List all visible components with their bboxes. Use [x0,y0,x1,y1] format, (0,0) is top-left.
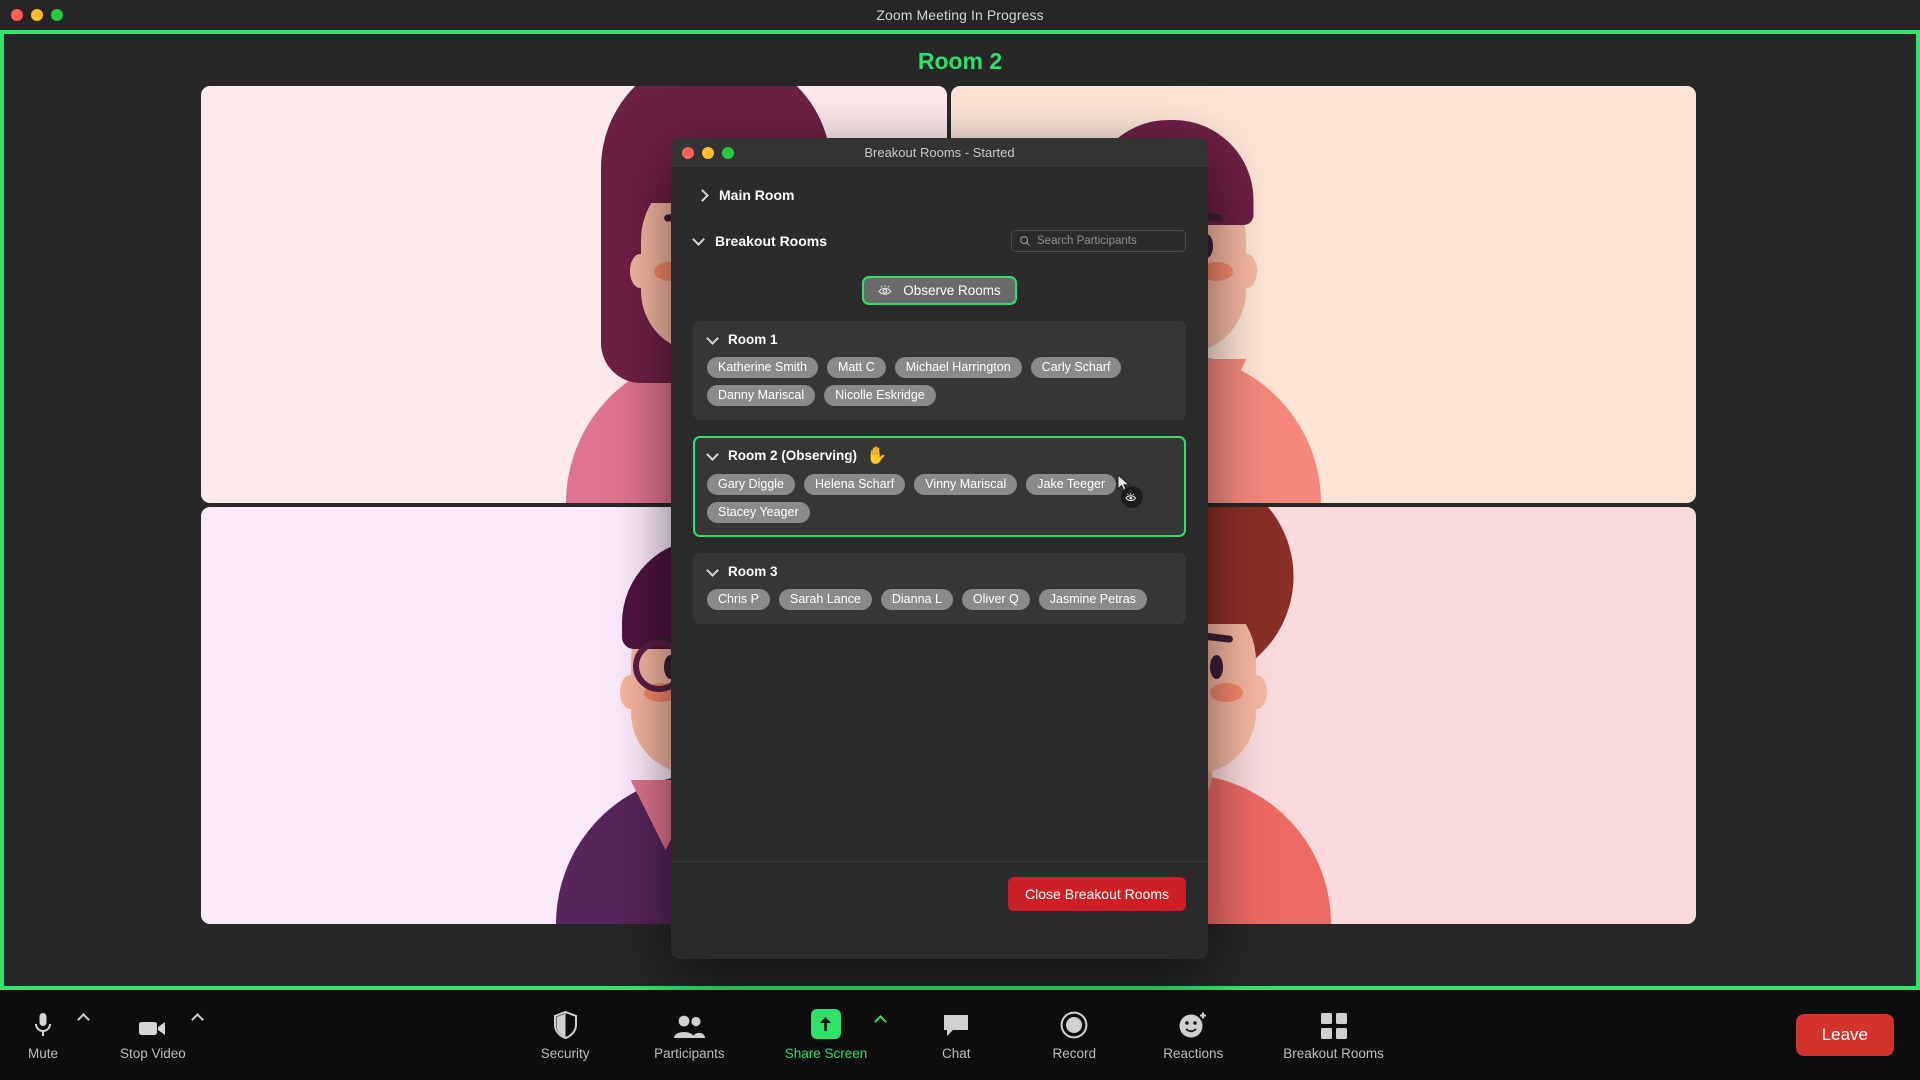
participant-chip[interactable]: Chris P [707,589,770,610]
participant-chip[interactable]: Stacey Yeager [707,502,810,523]
observe-rooms-button[interactable]: Observe Rooms [862,276,1017,305]
raised-hand-icon: ✋ [866,446,888,465]
reactions-label: Reactions [1163,1046,1224,1061]
chat-label: Chat [941,1046,971,1061]
reactions-button[interactable]: Reactions [1163,1009,1223,1061]
room-card-1[interactable]: Room 1 Katherine Smith Matt C Michael Ha… [693,321,1186,420]
chevron-down-icon[interactable] [707,334,719,346]
dialog-title: Breakout Rooms - Started [864,145,1015,160]
room-1-name: Room 1 [728,332,778,347]
chevron-down-icon[interactable] [707,566,719,578]
participant-chip[interactable]: Nicolle Eskridge [824,385,936,406]
participant-chip[interactable]: Danny Mariscal [707,385,816,406]
record-label: Record [1052,1046,1097,1061]
breakout-rooms-dialog: Breakout Rooms - Started Main Room Break… [671,138,1208,959]
participant-chip[interactable]: Gary Diggle [707,474,795,495]
breakout-rooms-row[interactable]: Breakout Rooms [693,228,827,254]
main-room-label: Main Room [719,187,795,203]
search-input[interactable] [1037,235,1177,247]
chat-button[interactable]: Chat [927,1009,985,1061]
participant-chip[interactable]: Jake Teeger [1026,474,1117,495]
record-button[interactable]: Record [1045,1009,1103,1061]
chevron-right-icon[interactable] [697,189,709,201]
os-title-bar: Zoom Meeting In Progress [0,0,1920,30]
eye-icon [878,285,892,295]
search-participants-box[interactable] [1011,230,1186,252]
record-circle-icon [1060,1009,1088,1039]
meeting-toolbar: Mute Stop Video Security Participants Sh… [0,990,1920,1080]
current-room-label: Room 2 [917,48,1003,74]
observe-rooms-label: Observe Rooms [903,283,1001,298]
breakout-rooms-label: Breakout Rooms [1283,1046,1384,1061]
breakout-rooms-header-row: Breakout Rooms [693,228,1186,254]
participant-chip[interactable]: Dianna L [880,589,953,610]
participant-chip[interactable]: Michael Harrington [894,357,1022,378]
security-button[interactable]: Security [536,1009,594,1061]
people-icon [672,1009,706,1039]
share-screen-label: Share Screen [784,1046,868,1061]
room-2-participants: Gary Diggle Helena Scharf Vinny Mariscal… [707,474,1172,523]
meeting-stage: Room 2 Breakout Rooms - Started Main Roo… [0,30,1920,990]
room-1-participants: Katherine Smith Matt C Michael Harringto… [707,357,1172,406]
participants-button[interactable]: Participants [654,1009,725,1061]
participant-chip[interactable]: Jasmine Petras [1038,589,1147,610]
participant-chip[interactable]: Vinny Mariscal [914,474,1018,495]
room-3-name: Room 3 [728,564,778,579]
chevron-down-icon[interactable] [707,450,719,462]
grid-squares-icon [1320,1009,1347,1039]
dialog-footer: Close Breakout Rooms [671,861,1208,925]
room-card-3[interactable]: Room 3 Chris P Sarah Lance Dianna L Oliv… [693,553,1186,624]
room-card-2[interactable]: Room 2 (Observing) ✋ Gary Diggle Helena … [693,436,1186,537]
participant-chip[interactable]: Carly Scharf [1030,357,1122,378]
breakout-rooms-label: Breakout Rooms [715,233,828,249]
breakout-rooms-button[interactable]: Breakout Rooms [1283,1009,1384,1061]
room-1-header[interactable]: Room 1 [707,332,1172,347]
room-3-participants: Chris P Sarah Lance Dianna L Oliver Q Ja… [707,589,1172,610]
room-2-header[interactable]: Room 2 (Observing) ✋ [707,447,1172,464]
participant-chip[interactable]: Katherine Smith [707,357,818,378]
participants-label: Participants [654,1046,725,1061]
close-breakout-rooms-button[interactable]: Close Breakout Rooms [1008,876,1186,911]
security-label: Security [540,1046,590,1061]
dialog-title-bar: Breakout Rooms - Started [671,138,1208,168]
dialog-body: Main Room Breakout Rooms Search Particip… [671,168,1208,925]
shield-icon [553,1009,578,1039]
chevron-down-icon[interactable] [693,235,705,247]
search-icon [1020,236,1030,246]
leave-button[interactable]: Leave [1795,1014,1894,1056]
smiley-plus-icon [1178,1009,1208,1039]
chat-bubble-icon [942,1009,970,1039]
participant-chip[interactable]: Sarah Lance [778,589,872,610]
room-3-header[interactable]: Room 3 [707,564,1172,579]
share-screen-button[interactable]: Share Screen [784,1009,888,1061]
window-title: Zoom Meeting In Progress [876,7,1044,23]
participant-chip[interactable]: Oliver Q [961,589,1030,610]
room-2-name: Room 2 (Observing) [728,448,858,463]
share-screen-icon [810,1009,841,1039]
participant-chip[interactable]: Matt C [826,357,886,378]
main-room-row[interactable]: Main Room [697,182,1186,208]
share-options-caret-icon[interactable] [874,1015,888,1028]
toolbar-center-group: Security Participants Share Screen Chat … [0,1009,1920,1061]
participant-chip[interactable]: Helena Scharf [804,474,906,495]
